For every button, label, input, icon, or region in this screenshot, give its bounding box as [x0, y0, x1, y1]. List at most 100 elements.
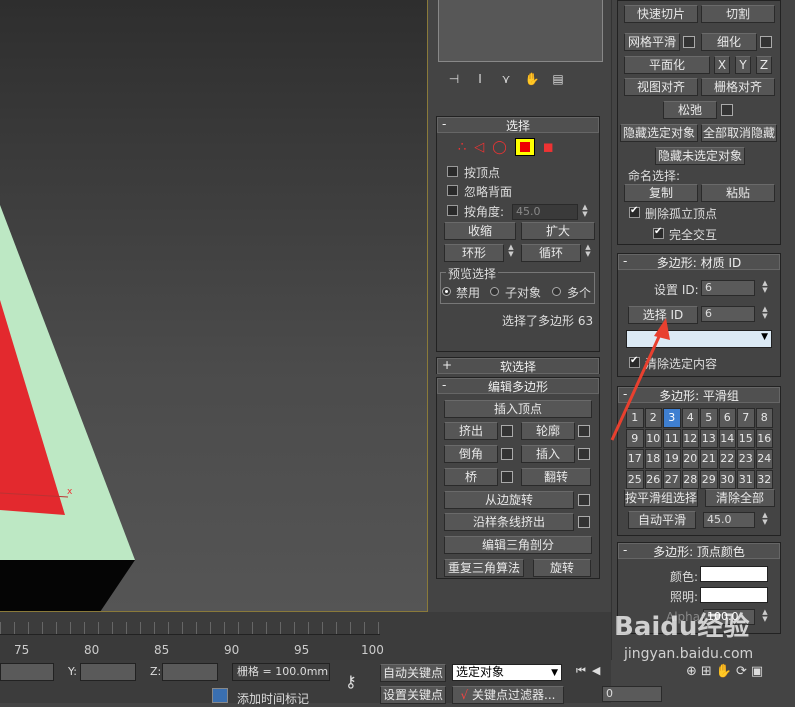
set-key-button[interactable]: 设置关键点 — [380, 686, 446, 704]
auto-key-button[interactable]: 自动关键点 — [380, 664, 446, 682]
meshsmooth-button[interactable]: 网格平滑 — [624, 33, 680, 51]
extrude-along-spline-button[interactable]: 沿样条线挤出 — [444, 513, 574, 531]
extrude-spline-settings-button[interactable] — [578, 516, 590, 528]
smoothing-group-button[interactable]: 19 — [663, 449, 681, 469]
unhide-all-button[interactable]: 全部取消隐藏 — [701, 124, 777, 142]
retriangulate-button[interactable]: 重复三角算法 — [444, 559, 524, 577]
smoothing-group-button[interactable]: 31 — [737, 469, 755, 489]
select-id-field[interactable]: 6 — [701, 306, 755, 322]
go-to-start-icon[interactable]: ⏮ — [576, 664, 586, 682]
key-icon[interactable]: ⚷ — [345, 672, 357, 691]
hide-selected-button[interactable]: 隐藏选定对象 — [620, 124, 698, 142]
smoothing-group-button[interactable]: 23 — [737, 449, 755, 469]
by-vertex-checkbox[interactable] — [447, 166, 458, 177]
loop-spinner[interactable]: ▲ ▼ — [583, 244, 593, 260]
cut-button[interactable]: 切割 — [701, 5, 775, 23]
smoothing-group-button[interactable]: 14 — [718, 428, 736, 448]
edit-triangulation-button[interactable]: 编辑三角剖分 — [444, 536, 592, 554]
planar-z-button[interactable]: Z — [756, 56, 772, 74]
inset-settings-button[interactable] — [578, 448, 590, 460]
zoom-icon[interactable]: ⊕ — [686, 664, 697, 703]
time-tag-icon[interactable] — [212, 688, 228, 703]
select-id-spinner[interactable]: ▲ ▼ — [760, 306, 770, 322]
hinge-settings-button[interactable] — [578, 494, 590, 506]
angle-field[interactable]: 45.0 — [512, 204, 578, 220]
paste-button[interactable]: 粘贴 — [701, 184, 775, 202]
auto-smooth-field[interactable]: 45.0 — [703, 512, 755, 528]
zoom-all-icon[interactable]: ⊞ — [701, 664, 712, 703]
pan-icon[interactable]: ✋ — [716, 664, 732, 703]
planar-y-button[interactable]: Y — [735, 56, 751, 74]
hinge-from-edge-button[interactable]: 从边旋转 — [444, 491, 574, 509]
border-icon[interactable]: ◯ — [492, 140, 507, 155]
hide-unselected-button[interactable]: 隐藏未选定对象 — [655, 147, 745, 165]
smoothing-group-button[interactable]: 12 — [681, 428, 699, 448]
set-id-field[interactable]: 6 — [701, 280, 755, 296]
maximize-viewport-icon[interactable]: ▣ — [751, 664, 763, 703]
pin-icon[interactable]: ⊣ — [444, 70, 464, 88]
grid-align-button[interactable]: 栅格对齐 — [701, 78, 775, 96]
funnel-icon[interactable]: ⋎ — [496, 70, 516, 88]
vertex-icon[interactable]: ∴ — [458, 140, 466, 155]
smoothing-group-button[interactable]: 7 — [737, 408, 755, 428]
smoothing-group-button[interactable]: 20 — [681, 449, 699, 469]
smoothing-group-button[interactable]: 18 — [644, 449, 662, 469]
smoothing-group-button[interactable]: 21 — [700, 449, 718, 469]
smoothing-group-button[interactable]: 22 — [718, 449, 736, 469]
tessellate-settings-button[interactable] — [760, 36, 772, 48]
vertex-colors-header[interactable]: - 多边形: 顶点颜色 — [618, 543, 780, 559]
inset-button[interactable]: 插入 — [521, 445, 575, 463]
extrude-button[interactable]: 挤出 — [444, 422, 498, 440]
outline-settings-button[interactable] — [578, 425, 590, 437]
by-angle-checkbox[interactable] — [447, 205, 458, 216]
loop-button[interactable]: 循环 — [521, 244, 581, 262]
x-coord-field[interactable] — [0, 663, 54, 681]
smoothing-group-button[interactable]: 32 — [755, 469, 773, 489]
key-selection-dropdown[interactable]: 选定对象 ▼ — [452, 664, 562, 681]
smoothing-group-button[interactable]: 15 — [737, 428, 755, 448]
alpha-spinner[interactable]: ▲ ▼ — [760, 609, 770, 625]
alpha-field[interactable]: 100.0 — [703, 609, 755, 625]
flip-button[interactable]: 翻转 — [521, 468, 591, 486]
extrude-settings-button[interactable] — [501, 425, 513, 437]
turn-button[interactable]: 旋转 — [533, 559, 591, 577]
smoothing-group-button[interactable]: 30 — [718, 469, 736, 489]
shrink-button[interactable]: 收缩 — [444, 222, 516, 240]
selection-rollout-header[interactable]: - 选择 — [437, 117, 599, 133]
modifier-stack-icon[interactable]: Ⅰ — [470, 70, 490, 88]
set-id-spinner[interactable]: ▲ ▼ — [760, 280, 770, 296]
color-swatch[interactable] — [700, 566, 768, 582]
preview-off-radio[interactable] — [442, 287, 451, 296]
add-time-tag-label[interactable]: 添加时间标记 — [237, 690, 309, 707]
previous-frame-icon[interactable]: ◀ — [592, 664, 600, 682]
clear-all-sg-button[interactable]: 清除全部 — [705, 489, 775, 507]
material-id-header[interactable]: - 多边形: 材质 ID — [618, 254, 780, 270]
outline-button[interactable]: 轮廓 — [521, 422, 575, 440]
edit-polygons-header[interactable]: - 编辑多边形 — [437, 378, 599, 394]
y-coord-field[interactable] — [80, 663, 136, 681]
illumination-swatch[interactable] — [700, 587, 768, 603]
edge-icon[interactable]: ◁ — [474, 140, 484, 155]
bridge-settings-button[interactable] — [501, 471, 513, 483]
element-icon[interactable]: ◼ — [543, 140, 554, 155]
polygon-icon[interactable] — [514, 138, 535, 156]
full-interactivity-checkbox[interactable] — [653, 226, 664, 239]
make-planar-button[interactable]: 平面化 — [624, 56, 710, 74]
tessellate-button[interactable]: 细化 — [701, 33, 757, 51]
grow-button[interactable]: 扩大 — [521, 222, 595, 240]
auto-smooth-button[interactable]: 自动平滑 — [628, 511, 696, 529]
z-coord-field[interactable] — [162, 663, 218, 681]
smoothing-group-button[interactable]: 13 — [700, 428, 718, 448]
relax-button[interactable]: 松弛 — [663, 101, 717, 119]
copy-button[interactable]: 复制 — [624, 184, 698, 202]
key-filters-button[interactable]: √ 关键点过滤器... — [452, 686, 564, 704]
smoothing-group-button[interactable]: 26 — [644, 469, 662, 489]
bevel-settings-button[interactable] — [501, 448, 513, 460]
smoothing-group-button[interactable]: 5 — [700, 408, 718, 428]
quickslice-button[interactable]: 快速切片 — [624, 5, 698, 23]
smoothing-group-button[interactable]: 27 — [663, 469, 681, 489]
smoothing-group-button[interactable]: 25 — [626, 469, 644, 489]
configure-icon[interactable]: ▤ — [548, 70, 568, 88]
smoothing-group-button[interactable]: 28 — [681, 469, 699, 489]
planar-x-button[interactable]: X — [714, 56, 730, 74]
